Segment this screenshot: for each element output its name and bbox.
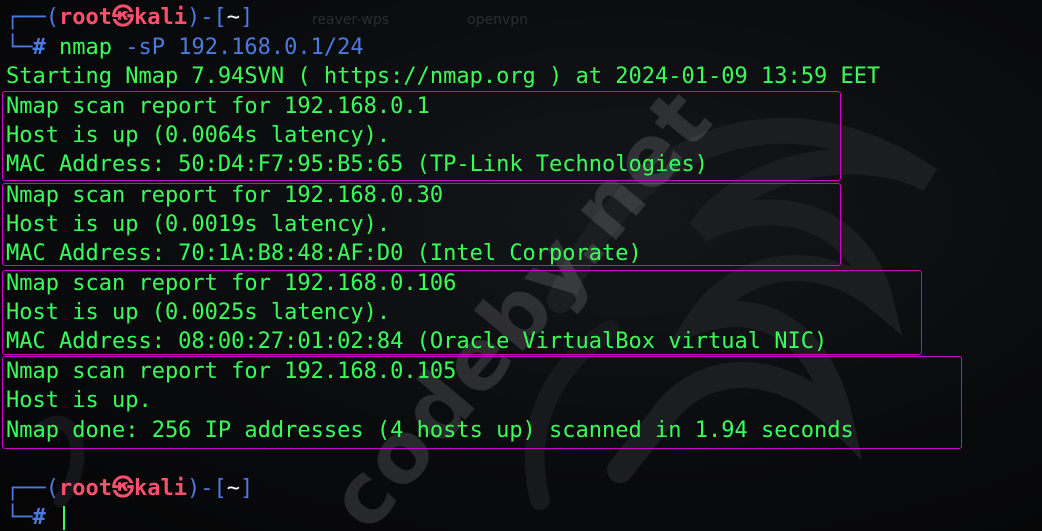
mac-address-line: MAC Address: 08:00:27:01:02:84 (Oracle V…	[6, 329, 828, 354]
command-input-line[interactable]: └─#	[6, 503, 46, 531]
background-tab-label: reaver-wps	[312, 12, 390, 28]
prompt-host: kali	[133, 476, 187, 501]
skull-icon: ㉿	[111, 476, 134, 501]
scan-report-line: Nmap scan report for 192.168.0.1	[6, 94, 430, 119]
prompt-header: ┌──(root㉿kali)-[~]	[6, 474, 253, 503]
scan-report-line: Nmap scan report for 192.168.0.105	[6, 359, 457, 384]
prompt-frame: ┌──(	[6, 476, 59, 501]
scan-report-line: Nmap scan report for 192.168.0.30	[6, 183, 444, 208]
root-prompt-symbol: #	[32, 505, 46, 530]
command-line: └─# nmap -sP 192.168.0.1/24	[6, 33, 364, 62]
prompt-frame: )-[	[186, 476, 227, 501]
background-tab-label: openvpn	[467, 12, 528, 28]
host-status-line: Host is up.	[6, 388, 152, 413]
prompt-dir: ~	[226, 476, 240, 501]
prompt-frame: ]	[239, 5, 254, 30]
skull-icon: ㉿	[111, 5, 134, 30]
prompt-frame: └─	[6, 505, 33, 530]
scan-report-line: Nmap scan report for 192.168.0.106	[6, 271, 457, 296]
host-status-line: Host is up (0.0019s latency).	[6, 212, 391, 237]
prompt-frame: )-[	[186, 5, 227, 30]
command-name: nmap	[59, 35, 112, 60]
host-status-line: Host is up (0.0025s latency).	[6, 300, 391, 325]
nmap-start-line: Starting Nmap 7.94SVN ( https://nmap.org…	[6, 64, 881, 89]
prompt-dir: ~	[226, 5, 240, 30]
mac-address-line: MAC Address: 70:1A:B8:48:AF:D0 (Intel Co…	[6, 241, 642, 266]
command-args: -sP 192.168.0.1/24	[111, 35, 364, 60]
prompt-user: root	[58, 5, 112, 30]
prompt-frame: ┌──(	[6, 5, 59, 30]
prompt-frame: └─	[6, 35, 33, 60]
mac-address-line: MAC Address: 50:D4:F7:95:B5:65 (TP-Link …	[6, 152, 708, 177]
prompt-user: root	[58, 476, 112, 501]
prompt-header: ┌──(root㉿kali)-[~]	[6, 3, 253, 32]
root-prompt-symbol: #	[32, 35, 46, 60]
prompt-host: kali	[133, 5, 187, 30]
nmap-done-line: Nmap done: 256 IP addresses (4 hosts up)…	[6, 418, 854, 443]
host-status-line: Host is up (0.0064s latency).	[6, 123, 391, 148]
text-cursor	[63, 506, 65, 530]
terminal-window[interactable]: reaver-wps openvpn codeby.net ┌──(root㉿k…	[0, 0, 1042, 531]
prompt-frame: ]	[239, 476, 254, 501]
